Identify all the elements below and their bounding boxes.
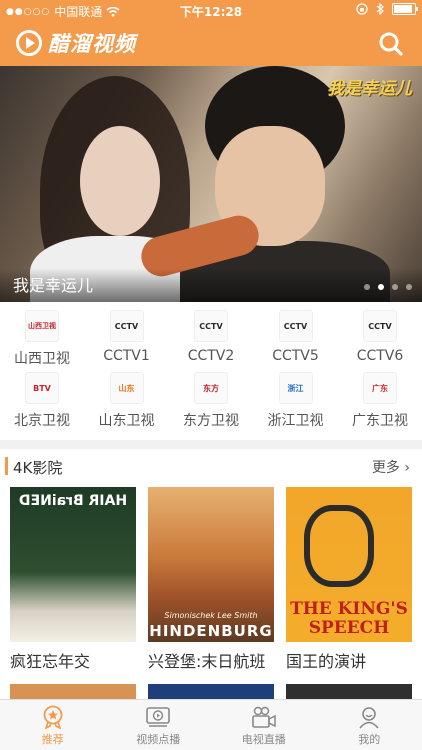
channel-dongfang[interactable]: 东方 东方卫视: [169, 372, 253, 430]
cctv-logo-icon: CCTV: [109, 310, 144, 342]
movie-title: 兴登堡:末日航班: [148, 652, 266, 671]
tab-label: 推荐: [41, 733, 64, 746]
search-icon[interactable]: [378, 31, 404, 57]
user-profile-icon: [356, 705, 382, 729]
channel-cctv2[interactable]: CCTV CCTV2: [169, 310, 253, 368]
tab-label: 电视直播: [241, 733, 286, 746]
star-medal-icon: [40, 705, 66, 729]
movie-card[interactable]: HAIR BraiNED 疯狂忘年交: [10, 487, 136, 672]
banner-art: [80, 126, 160, 236]
featured-banner[interactable]: 我是幸运儿 我是幸运儿: [0, 66, 422, 302]
banner-title: 我是幸运儿: [13, 276, 94, 295]
section-divider: [0, 440, 422, 449]
status-right: [356, 3, 418, 15]
play-logo-icon: [16, 30, 42, 56]
dragon-tv-logo-icon: 东方: [194, 372, 228, 404]
tab-label: 视频点播: [136, 733, 181, 746]
channel-label: 北京卫视: [14, 413, 70, 429]
shandong-tv-logo-icon: 山东: [109, 372, 144, 404]
microphone-art: [304, 505, 374, 587]
tab-profile[interactable]: 我的: [317, 700, 422, 750]
btv-logo-icon: BTV: [25, 372, 59, 404]
channel-row: 山西卫视 山西卫视 CCTV CCTV1 CCTV CCTV2 CCTV CCT…: [0, 310, 422, 368]
channel-cctv1[interactable]: CCTV CCTV1: [85, 310, 169, 368]
channel-label: CCTV5: [272, 348, 319, 364]
channel-label: 浙江卫视: [267, 413, 324, 429]
zhejiang-tv-logo-icon: 浙江: [278, 372, 313, 404]
channel-label: 东方卫视: [183, 413, 239, 429]
movie-poster[interactable]: HAIR BraiNED: [10, 487, 136, 642]
channel-label: 山东卫视: [98, 413, 155, 429]
pager-dot[interactable]: [406, 284, 412, 290]
status-bar: ●●○○○ 中国联通 下午12:28: [0, 0, 422, 22]
movie-poster[interactable]: [10, 684, 136, 700]
channel-label: 广东卫视: [352, 413, 408, 429]
more-link[interactable]: 更多 ›: [372, 457, 410, 477]
poster-title-art: HAIR BraiNED: [18, 493, 128, 509]
tab-live-tv[interactable]: 电视直播: [211, 700, 317, 750]
app-header: ●●○○○ 中国联通 下午12:28 醋溜视频: [0, 0, 422, 66]
app-name: 醋溜视频: [48, 32, 136, 56]
orientation-lock-icon: [356, 3, 368, 15]
video-play-icon: [145, 705, 171, 729]
bottom-tab-bar: 推荐 视频点播 电视直播 我的: [0, 699, 422, 750]
movie-card[interactable]: Simonischek Lee Smith HINDENBURG 兴登堡:末日航…: [148, 487, 274, 672]
section-header: 4K影院 更多 ›: [0, 449, 422, 485]
app-logo: 醋溜视频: [16, 28, 136, 58]
battery-icon: [392, 3, 418, 15]
movie-poster[interactable]: [148, 684, 274, 700]
section-accent-bar: [5, 457, 8, 475]
guangdong-tv-logo-icon: 广东: [363, 372, 397, 404]
movie-poster[interactable]: [286, 684, 412, 700]
next-row-peek: [0, 684, 422, 700]
movie-poster[interactable]: Simonischek Lee Smith HINDENBURG: [148, 487, 274, 642]
poster-title-art: HINDENBURG: [149, 622, 273, 640]
channel-label: 山西卫视: [14, 351, 70, 367]
channel-cctv5[interactable]: CCTV CCTV5: [254, 310, 338, 368]
movie-row: HAIR BraiNED 疯狂忘年交 Simonischek Lee Smith…: [0, 487, 422, 672]
tab-video-on-demand[interactable]: 视频点播: [106, 700, 212, 750]
channel-label: CCTV2: [187, 348, 235, 364]
poster-credits: Simonischek Lee Smith: [164, 611, 258, 620]
channel-shanxi[interactable]: 山西卫视 山西卫视: [0, 310, 84, 368]
tab-label: 我的: [358, 733, 381, 746]
poster-title-art: THE KING'S SPEECH: [290, 599, 408, 638]
movie-title: 疯狂忘年交: [10, 652, 91, 671]
banner-pager[interactable]: [364, 284, 412, 290]
cctv-logo-icon: CCTV: [363, 310, 397, 342]
channel-grid: 山西卫视 山西卫视 CCTV CCTV1 CCTV CCTV2 CCTV CCT…: [0, 310, 422, 430]
channel-label: CCTV1: [103, 348, 150, 364]
tab-recommend[interactable]: 推荐: [0, 700, 106, 750]
movie-card[interactable]: THE KING'S SPEECH 国王的演讲: [286, 487, 412, 672]
channel-cctv6[interactable]: CCTV CCTV6: [338, 310, 422, 368]
movie-title: 国王的演讲: [286, 652, 367, 671]
pager-dot[interactable]: [392, 284, 398, 290]
channel-row: BTV 北京卫视 山东 山东卫视 东方 东方卫视 浙江 浙江卫视 广东 广东卫视: [0, 372, 422, 430]
channel-label: CCTV6: [356, 348, 404, 364]
movie-poster[interactable]: THE KING'S SPEECH: [286, 487, 412, 642]
shanxi-tv-logo-icon: 山西卫视: [25, 310, 59, 342]
video-camera-icon: [251, 705, 277, 729]
section-title: 4K影院: [13, 459, 63, 477]
channel-shandong[interactable]: 山东 山东卫视: [85, 372, 169, 430]
channel-zhejiang[interactable]: 浙江 浙江卫视: [254, 372, 338, 430]
cctv-logo-icon: CCTV: [194, 310, 228, 342]
banner-show-logo: 我是幸运儿: [327, 79, 412, 99]
bluetooth-icon: [376, 3, 384, 15]
channel-beijing[interactable]: BTV 北京卫视: [0, 372, 84, 430]
pager-dot[interactable]: [364, 284, 370, 290]
cctv-logo-icon: CCTV: [278, 310, 313, 342]
channel-guangdong[interactable]: 广东 广东卫视: [338, 372, 422, 430]
pager-dot-active[interactable]: [378, 284, 384, 290]
